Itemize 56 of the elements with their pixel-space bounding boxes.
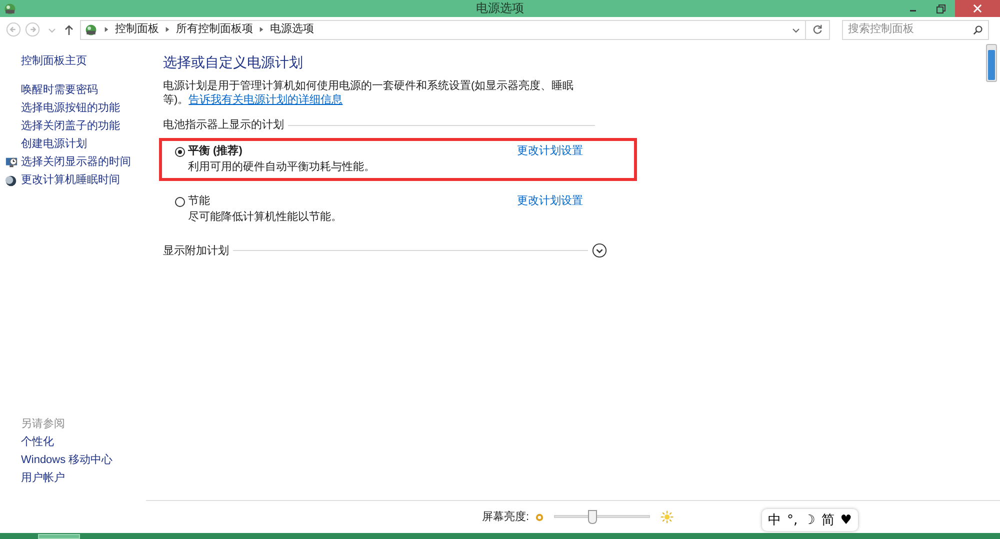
refresh-icon[interactable] [812, 24, 823, 35]
plan-description: 利用可用的硬件自动平衡功耗与性能。 [187, 160, 376, 174]
sidebar-link[interactable]: 个性化 [21, 434, 146, 452]
app-icon[interactable] [3, 2, 17, 16]
scrollbar[interactable] [986, 44, 997, 82]
plan-name[interactable]: 节能 [188, 193, 210, 210]
dim-sun-icon [535, 512, 544, 522]
window-title: 电源选项 [475, 0, 525, 17]
search-input[interactable]: 搜索控制面板 [848, 21, 973, 38]
restore-icon[interactable] [936, 4, 946, 14]
expand-icon[interactable] [592, 243, 607, 258]
moon-icon [5, 174, 17, 186]
ime-button[interactable]: °, [787, 514, 798, 526]
intro-text: 电源计划是用于管理计算机如何使用电源的一套硬件和系统设置(如显示器亮度、睡眠等)。告诉我有关电源计划的详细信息 [163, 79, 575, 107]
ime-button[interactable]: 简 [821, 514, 834, 526]
sidebar-link[interactable]: Windows 移动中心 [21, 452, 146, 470]
search-field[interactable]: 搜索控制面板 [842, 20, 989, 40]
close-button[interactable] [955, 0, 1000, 17]
search-icon[interactable] [973, 24, 983, 34]
sidebar-link[interactable]: 选择关闭显示器的时间 [21, 154, 131, 171]
monitor-clock-icon [5, 156, 18, 169]
sidebar-link[interactable]: 选择电源按钮的功能 [21, 100, 120, 117]
close-icon [973, 4, 982, 13]
chevron-icon[interactable] [259, 26, 264, 33]
ime-button[interactable]: ♥ [840, 514, 852, 526]
brightness-slider[interactable] [588, 510, 597, 524]
chevron-icon[interactable] [165, 26, 170, 33]
group-title: 电池指示器上显示的计划 [163, 118, 284, 133]
bright-sun-icon [660, 510, 674, 524]
section-label: 另请参阅 [21, 417, 66, 432]
brightness-label: 屏幕亮度: [482, 510, 530, 525]
sidebar-link[interactable]: 控制面板主页 [21, 53, 146, 70]
plan-name[interactable]: 平衡 (推荐) [188, 143, 242, 160]
sidebar-link[interactable]: 用户帐户 [21, 470, 146, 488]
page-heading: 选择或自定义电源计划 [163, 53, 304, 72]
breadcrumb[interactable]: 所有控制面板项 [176, 21, 253, 38]
radio-button[interactable] [175, 196, 185, 206]
plan-description: 尽可能降低计算机性能以节能。 [187, 210, 343, 224]
sidebar-link[interactable]: 唤醒时需要密码 [21, 82, 98, 99]
up-icon[interactable] [64, 24, 74, 36]
dropdown-icon[interactable] [792, 26, 800, 34]
help-link[interactable]: 告诉我有关电源计划的详细信息 [188, 94, 343, 106]
ime-button[interactable]: 中 [768, 514, 781, 526]
change-settings-link[interactable]: 更改计划设置 [517, 193, 583, 210]
breadcrumb[interactable]: 控制面板 [115, 21, 159, 38]
breadcrumb[interactable]: 电源选项 [270, 21, 314, 38]
chevron-icon[interactable] [104, 26, 109, 33]
expander-label: 显示附加计划 [163, 244, 229, 258]
sidebar-link[interactable]: 更改计算机睡眠时间 [21, 172, 120, 189]
address-field[interactable]: 控制面板 所有控制面板项 电源选项 [80, 20, 830, 40]
ime-button[interactable]: ☽ [804, 514, 816, 526]
change-settings-link[interactable]: 更改计划设置 [517, 143, 583, 160]
sidebar-link[interactable]: 创建电源计划 [21, 136, 87, 153]
sidebar-link[interactable]: 选择关闭盖子的功能 [21, 118, 120, 135]
control-panel-icon [84, 22, 98, 36]
radio-button[interactable] [175, 146, 185, 156]
